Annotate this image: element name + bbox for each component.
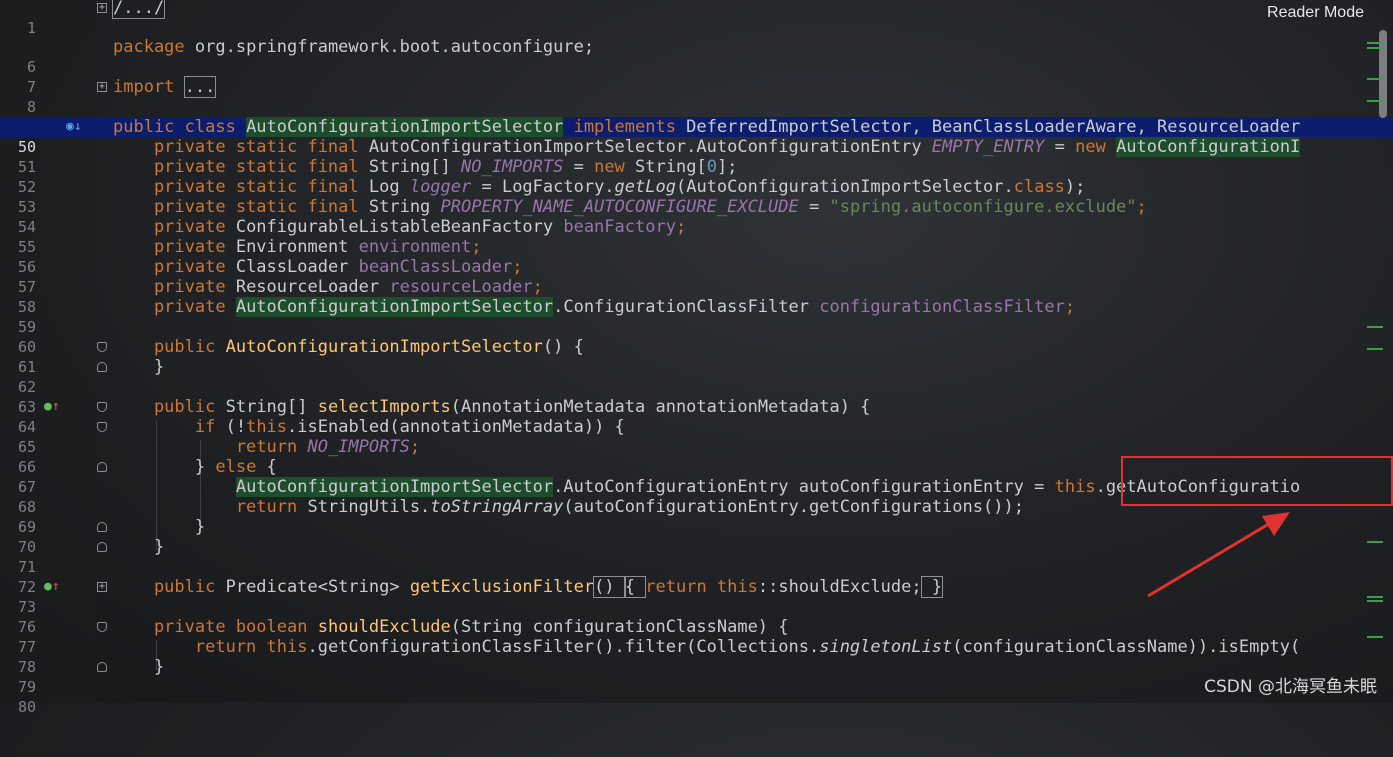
watermark: CSDN @北海冥鱼未眠 [1204,677,1377,697]
code-editor[interactable]: 1 + /.../ 6 package org.springframework.… [0,0,1393,716]
annotation-arrow-icon [1147,512,1290,598]
